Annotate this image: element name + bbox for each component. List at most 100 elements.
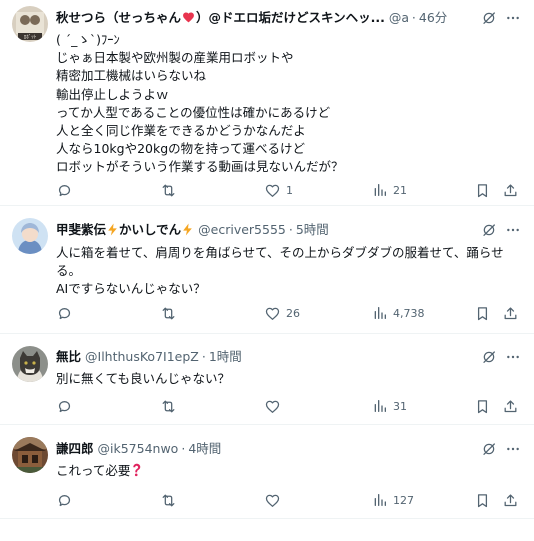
like-icon — [264, 492, 281, 509]
display-name[interactable]: 秋せつら（せっちゃん ）@ドエロ垢だけどスキンヘッ... — [56, 8, 385, 28]
avatar[interactable] — [12, 346, 48, 382]
lightning-emoji-icon — [108, 223, 117, 236]
share-icon — [502, 398, 519, 415]
more-icon[interactable] — [504, 221, 522, 239]
reply-icon — [56, 398, 73, 415]
like-icon — [264, 182, 281, 199]
tweet-text-line: 別に無くても良いんじゃない？ — [56, 371, 231, 386]
tweet-actions: 127 — [56, 490, 520, 510]
repost-icon — [160, 182, 177, 199]
avatar[interactable] — [12, 437, 48, 473]
share-icon — [502, 182, 519, 199]
bookmark-icon — [474, 492, 491, 509]
display-name-middle: かいしでん — [119, 222, 182, 237]
lightning-emoji-icon — [183, 223, 192, 236]
grok-icon[interactable] — [480, 9, 498, 27]
share-icon — [502, 492, 519, 509]
tweet[interactable]: 謙四郎 @ik5754nwo · 4時間 これって必要 127 — [0, 425, 534, 519]
bookmark-button[interactable] — [474, 305, 491, 322]
tweet-actions: 31 — [56, 396, 520, 416]
views-icon — [372, 182, 388, 198]
share-button[interactable] — [502, 305, 519, 322]
timestamp[interactable]: 4時間 — [188, 439, 221, 459]
repost-button[interactable] — [160, 398, 182, 415]
tweet-actions: 26 4,738 — [56, 303, 520, 323]
like-button[interactable]: 1 — [264, 182, 293, 199]
views-button[interactable]: 31 — [372, 398, 407, 414]
reply-button[interactable] — [56, 398, 78, 415]
handle[interactable]: @ecriver5555 — [198, 220, 286, 240]
views-button[interactable]: 127 — [372, 492, 414, 508]
views-button[interactable]: 21 — [372, 182, 407, 198]
handle[interactable]: @ik5754nwo — [98, 439, 179, 459]
handle[interactable]: @a — [389, 8, 409, 28]
share-button[interactable] — [502, 398, 519, 415]
repost-button[interactable] — [160, 305, 182, 322]
tweet-text-line: じゃぁ日本製や欧州製の産業用ロボットや — [56, 50, 294, 66]
tweet[interactable]: 無比 @IlhthusKo7I1epZ · 1時間 別に無くても良いんじゃない？… — [0, 334, 534, 425]
like-button[interactable] — [264, 398, 286, 415]
reply-button[interactable] — [56, 492, 78, 509]
bookmark-button[interactable] — [474, 492, 491, 509]
tweet-text: 別に無くても良いんじゃない？ — [56, 370, 520, 388]
bookmark-button[interactable] — [474, 182, 491, 199]
tweet-text-content: これって必要 — [56, 463, 131, 478]
reply-icon — [56, 492, 73, 509]
avatar[interactable] — [12, 218, 48, 254]
tweet-text-line: これって必要 — [56, 462, 520, 480]
tweet[interactable]: ﾛﾎﾞｯﾄ 秋せつら（せっちゃん ）@ドエロ垢だけどスキンヘッ... @a · 4… — [0, 0, 534, 206]
timestamp[interactable]: 46分 — [419, 8, 447, 28]
heart-emoji-icon — [183, 12, 194, 23]
timestamp[interactable]: 5時間 — [296, 220, 329, 240]
separator-dot: · — [288, 222, 293, 237]
reply-icon — [56, 182, 73, 199]
bookmark-icon — [474, 182, 491, 199]
reply-button[interactable] — [56, 305, 78, 322]
display-name-suffix: ）@ドエロ垢だけどスキンヘッ... — [196, 10, 385, 25]
like-button[interactable] — [264, 492, 286, 509]
tweet[interactable]: 甲斐紫伝 かいしでん @ecriver5555 · 5時間 人に箱を着せて、肩周り… — [0, 206, 534, 334]
like-icon — [264, 398, 281, 415]
display-name[interactable]: 謙四郎 — [56, 439, 94, 459]
bookmark-icon — [474, 305, 491, 322]
handle[interactable]: @IlhthusKo7I1epZ — [85, 347, 199, 367]
repost-button[interactable] — [160, 492, 182, 509]
grok-icon[interactable] — [480, 221, 498, 239]
grok-icon[interactable] — [480, 440, 498, 458]
view-count: 31 — [393, 399, 407, 413]
tweet-text-line: 輸出停止しようよｗ — [56, 86, 169, 102]
share-button[interactable] — [502, 182, 519, 199]
like-icon — [264, 305, 281, 322]
tweet-header: 謙四郎 @ik5754nwo · 4時間 — [56, 439, 522, 459]
repost-button[interactable] — [160, 182, 182, 199]
tweet-text-line: AIですらないんじゃない？ — [56, 281, 206, 297]
share-icon — [502, 305, 519, 322]
view-count: 21 — [393, 183, 407, 197]
tweet-text: 人に箱を着せて、肩周りを角ばらせて、その上からダブダブの服着せて、踊らせる。 A… — [56, 244, 520, 299]
red-question-mark-icon — [133, 463, 141, 477]
display-name-text: 秋せつら（せっちゃん — [56, 10, 182, 25]
tweet-text-line: 精密加工機械はいらないね — [56, 68, 207, 84]
avatar[interactable]: ﾛﾎﾞｯﾄ — [12, 6, 48, 42]
avatar-badge-text: ﾛﾎﾞｯﾄ — [24, 34, 37, 41]
reply-button[interactable] — [56, 182, 78, 199]
more-icon[interactable] — [504, 9, 522, 27]
like-button[interactable]: 26 — [264, 305, 300, 322]
reply-feed: ﾛﾎﾞｯﾄ 秋せつら（せっちゃん ）@ドエロ垢だけどスキンヘッ... @a · 4… — [0, 0, 534, 519]
reply-icon — [56, 305, 73, 322]
bookmark-icon — [474, 398, 491, 415]
repost-icon — [160, 305, 177, 322]
tweet-header: 無比 @IlhthusKo7I1epZ · 1時間 — [56, 347, 522, 367]
tweet-text-line: 人と全く同じ作業をできるかどうかなんだよ — [56, 123, 306, 139]
more-icon[interactable] — [504, 440, 522, 458]
separator-dot: · — [201, 349, 206, 364]
grok-icon[interactable] — [480, 348, 498, 366]
timestamp[interactable]: 1時間 — [209, 347, 242, 367]
bookmark-button[interactable] — [474, 398, 491, 415]
views-button[interactable]: 4,738 — [372, 305, 425, 321]
more-icon[interactable] — [504, 348, 522, 366]
display-name[interactable]: 無比 — [56, 347, 81, 367]
share-button[interactable] — [502, 492, 519, 509]
display-name[interactable]: 甲斐紫伝 かいしでん — [56, 220, 194, 240]
like-count: 1 — [286, 183, 293, 197]
